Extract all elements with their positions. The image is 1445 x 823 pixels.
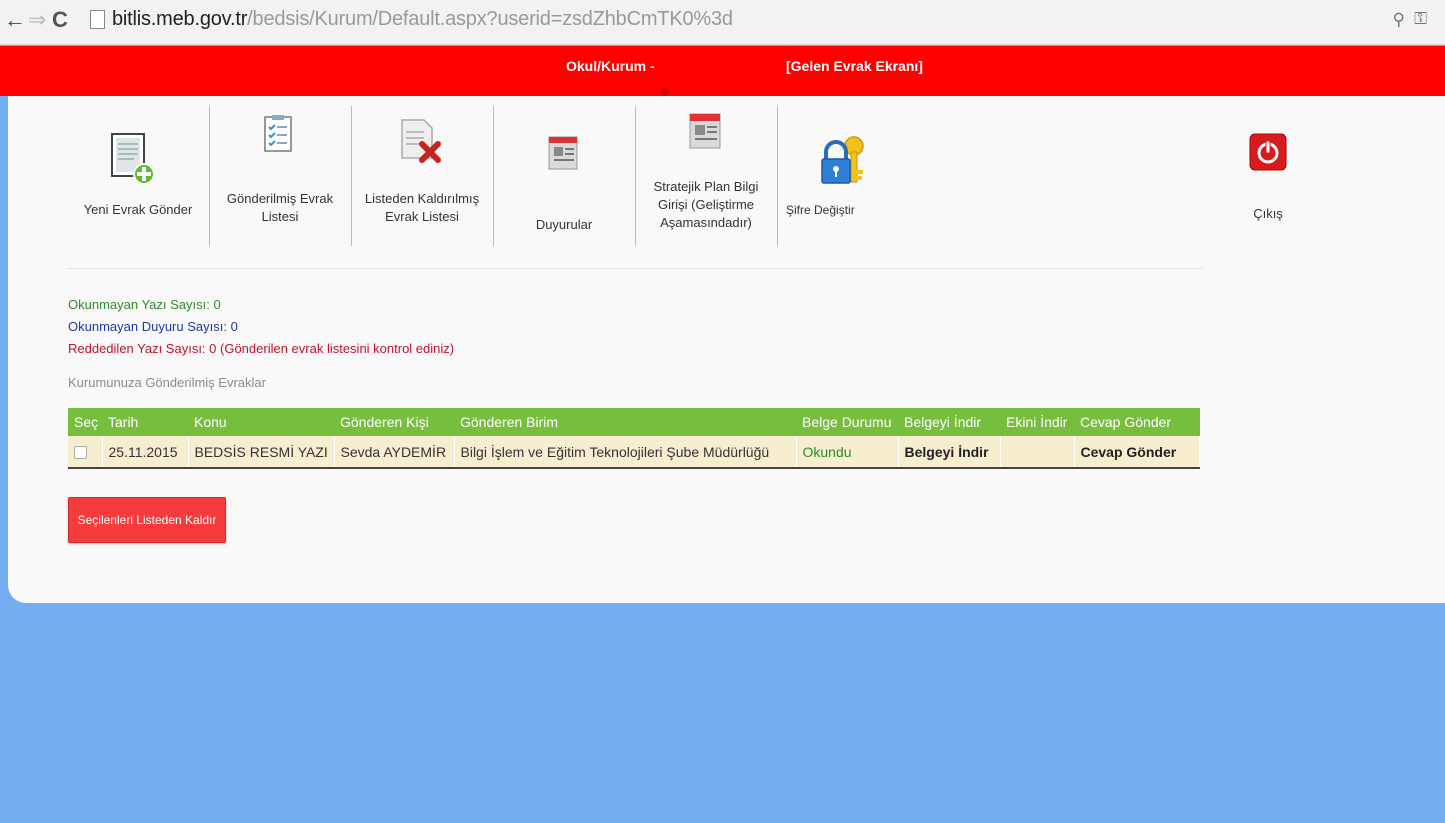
row-subject: BEDSİS RESMİ YAZI bbox=[188, 436, 335, 469]
page-header: Okul/Kurum - [Gelen Evrak Ekranı] bbox=[0, 46, 1445, 96]
remove-selected-button[interactable]: Seçilenleri Listeden Kaldır bbox=[68, 497, 226, 543]
page-title: Okul/Kurum - bbox=[566, 58, 655, 74]
menu-sent-list[interactable]: Gönderilmiş Evrak Listesi bbox=[210, 106, 350, 246]
rejected-docs-count: Reddedilen Yazı Sayısı: 0 (Gönderilen ev… bbox=[68, 341, 455, 356]
menu-divider-line bbox=[68, 268, 1203, 269]
password-keys-icon bbox=[821, 136, 864, 184]
forward-arrow-icon[interactable]: ⇒ bbox=[28, 8, 46, 32]
menu-new-document[interactable]: Yeni Evrak Gönder bbox=[68, 106, 208, 246]
address-bar[interactable]: bitlis.meb.gov.tr/bedsis/Kurum/Default.a… bbox=[112, 8, 733, 31]
menu-removed-list[interactable]: Listeden Kaldırılmış Evrak Listesi bbox=[352, 106, 492, 246]
zoom-icon[interactable]: ⚲ bbox=[1393, 10, 1405, 30]
unread-docs-count: Okunmayan Yazı Sayısı: 0 bbox=[68, 297, 221, 312]
col-download: Belgeyi İndir bbox=[898, 408, 1000, 436]
removed-list-icon bbox=[401, 119, 441, 163]
new-document-icon bbox=[111, 133, 155, 185]
menu-label: Gönderilmiş Evrak Listesi bbox=[226, 191, 334, 224]
row-status: Okundu bbox=[796, 436, 899, 469]
col-subject: Konu bbox=[188, 408, 334, 436]
section-title: Kurumunuza Gönderilmiş Evraklar bbox=[68, 375, 266, 390]
screen-title: [Gelen Evrak Ekranı] bbox=[786, 58, 923, 74]
key-icon[interactable]: ⚿ bbox=[1414, 9, 1427, 29]
reply-link[interactable]: Cevap Gönder bbox=[1074, 436, 1200, 469]
row-date: 25.11.2015 bbox=[102, 436, 189, 469]
table-row: 25.11.2015 BEDSİS RESMİ YAZI Sevda AYDEM… bbox=[68, 436, 1200, 469]
row-unit: Bilgi İşlem ve Eğitim Teknolojileri Şube… bbox=[454, 436, 797, 469]
col-date: Tarih bbox=[102, 408, 188, 436]
header-marker bbox=[661, 88, 669, 96]
col-sender: Gönderen Kişi bbox=[334, 408, 454, 436]
browser-toolbar: ← ⇒ C bitlis.meb.gov.tr/bedsis/Kurum/Def… bbox=[0, 0, 1445, 45]
url-host: bitlis.meb.gov.tr bbox=[112, 8, 248, 30]
documents-table: Seç Tarih Konu Gönderen Kişi Gönderen Bi… bbox=[68, 408, 1200, 469]
menu-label: Duyurular bbox=[535, 217, 593, 232]
reload-icon[interactable]: C bbox=[52, 8, 68, 32]
menu-label: Çıkış bbox=[1253, 206, 1283, 221]
col-attachment: Ekini İndir bbox=[1000, 408, 1074, 436]
page-icon bbox=[90, 10, 105, 29]
row-sender: Sevda AYDEMİR bbox=[334, 436, 455, 469]
col-reply: Cevap Gönder bbox=[1074, 408, 1200, 436]
menu-label: Yeni Evrak Gönder bbox=[83, 202, 193, 217]
sent-list-icon bbox=[264, 115, 292, 152]
menu-strategic-plan[interactable]: Stratejik Plan Bilgi Girişi (Geliştirme … bbox=[636, 106, 776, 246]
unread-announcements-count: Okunmayan Duyuru Sayısı: 0 bbox=[68, 319, 238, 334]
back-arrow-icon[interactable]: ← bbox=[4, 8, 26, 32]
announcements-icon bbox=[548, 136, 578, 170]
download-link[interactable]: Belgeyi İndir bbox=[898, 436, 1001, 469]
menu-label: Şifre Değiştir bbox=[786, 203, 855, 217]
menu-logout[interactable]: Çıkış bbox=[1228, 106, 1298, 246]
menu-announcements[interactable]: Duyurular bbox=[494, 106, 634, 246]
row-attachment bbox=[1000, 436, 1075, 469]
url-path: /bedsis/Kurum/Default.aspx?userid=zsdZhb… bbox=[247, 8, 733, 30]
col-unit: Gönderen Birim bbox=[454, 408, 796, 436]
main-menu: Yeni Evrak Gönder Gönderilmiş Evrak List… bbox=[68, 106, 1287, 268]
menu-label: Listeden Kaldırılmış Evrak Listesi bbox=[364, 191, 480, 224]
menu-change-password[interactable]: Şifre Değiştir bbox=[778, 106, 918, 246]
col-select: Seç bbox=[68, 408, 102, 436]
table-header-row: Seç Tarih Konu Gönderen Kişi Gönderen Bi… bbox=[68, 408, 1200, 436]
row-select bbox=[68, 436, 103, 469]
strategic-plan-icon bbox=[689, 113, 721, 149]
menu-label: Stratejik Plan Bilgi Girişi (Geliştirme … bbox=[653, 179, 759, 230]
row-checkbox[interactable] bbox=[74, 446, 87, 460]
col-status: Belge Durumu bbox=[796, 408, 898, 436]
power-icon bbox=[1249, 133, 1287, 171]
